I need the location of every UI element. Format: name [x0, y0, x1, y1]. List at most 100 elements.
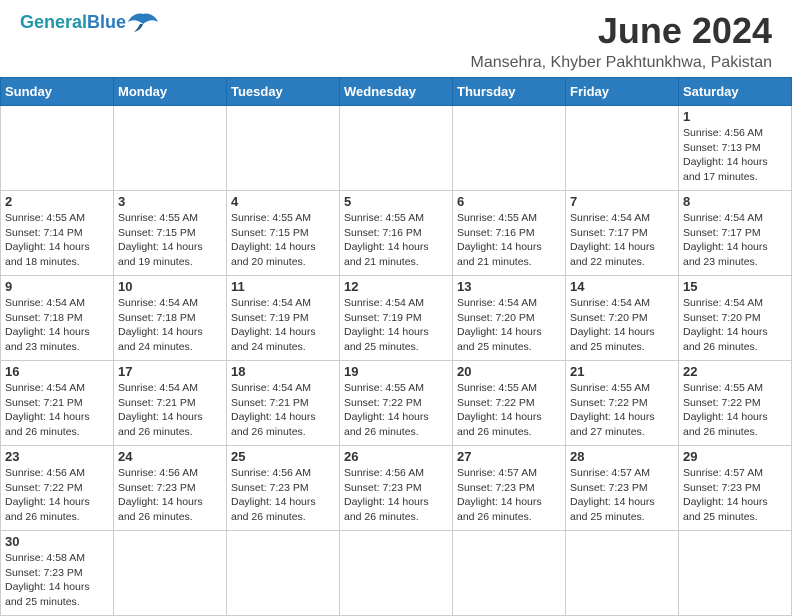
week-row-5: 23Sunrise: 4:56 AM Sunset: 7:22 PM Dayli…: [1, 446, 792, 531]
day-number: 1: [683, 109, 787, 124]
weekday-header-saturday: Saturday: [679, 78, 792, 106]
calendar-cell: 26 Sunrise: 4:56 AM Sunset: 7:23 PM Dayli…: [340, 446, 453, 531]
calendar-cell: 30 Sunrise: 4:58 AM Sunset: 7:23 PM Dayli…: [1, 531, 114, 616]
calendar-cell: 11 Sunrise: 4:54 AM Sunset: 7:19 PM Dayli…: [227, 276, 340, 361]
calendar-cell: 20 Sunrise: 4:55 AM Sunset: 7:22 PM Dayli…: [453, 361, 566, 446]
day-info: Sunrise: 4:55 AM Sunset: 7:16 PM Dayligh…: [457, 211, 561, 270]
day-info: Sunrise: 4:57 AM Sunset: 7:23 PM Dayligh…: [457, 466, 561, 525]
week-row-1: 1Sunrise: 4:56 AM Sunset: 7:13 PM Daylig…: [1, 106, 792, 191]
calendar-cell: 6 Sunrise: 4:55 AM Sunset: 7:16 PM Daylig…: [453, 191, 566, 276]
day-number: 12: [344, 279, 448, 294]
day-info: Sunrise: 4:54 AM Sunset: 7:17 PM Dayligh…: [683, 211, 787, 270]
calendar-cell: [1, 106, 114, 191]
calendar-cell: 4Sunrise: 4:55 AM Sunset: 7:15 PM Daylig…: [227, 191, 340, 276]
page-header: GeneralBlue June 2024 Mansehra, Khyber P…: [0, 0, 792, 77]
day-number: 14: [570, 279, 674, 294]
day-info: Sunrise: 4:55 AM Sunset: 7:22 PM Dayligh…: [344, 381, 448, 440]
day-info: Sunrise: 4:54 AM Sunset: 7:18 PM Dayligh…: [118, 296, 222, 355]
day-number: 2: [5, 194, 109, 209]
day-info: Sunrise: 4:55 AM Sunset: 7:22 PM Dayligh…: [683, 381, 787, 440]
day-number: 16: [5, 364, 109, 379]
logo-blue: Blue: [87, 12, 126, 32]
week-row-2: 2 Sunrise: 4:55 AM Sunset: 7:14 PM Daylig…: [1, 191, 792, 276]
day-info: Sunrise: 4:54 AM Sunset: 7:19 PM Dayligh…: [344, 296, 448, 355]
day-number: 5: [344, 194, 448, 209]
day-number: 11: [231, 279, 335, 294]
weekday-header-friday: Friday: [566, 78, 679, 106]
calendar-cell: [227, 106, 340, 191]
calendar-cell: 1Sunrise: 4:56 AM Sunset: 7:13 PM Daylig…: [679, 106, 792, 191]
day-info: Sunrise: 4:55 AM Sunset: 7:22 PM Dayligh…: [457, 381, 561, 440]
calendar-cell: 12 Sunrise: 4:54 AM Sunset: 7:19 PM Dayli…: [340, 276, 453, 361]
calendar-cell: 9 Sunrise: 4:54 AM Sunset: 7:18 PM Daylig…: [1, 276, 114, 361]
calendar-cell: 19 Sunrise: 4:55 AM Sunset: 7:22 PM Dayli…: [340, 361, 453, 446]
day-info: Sunrise: 4:54 AM Sunset: 7:21 PM Dayligh…: [118, 381, 222, 440]
calendar-cell: 15 Sunrise: 4:54 AM Sunset: 7:20 PM Dayli…: [679, 276, 792, 361]
calendar-cell: 16 Sunrise: 4:54 AM Sunset: 7:21 PM Dayli…: [1, 361, 114, 446]
calendar-cell: 13Sunrise: 4:54 AM Sunset: 7:20 PM Dayli…: [453, 276, 566, 361]
weekday-header-tuesday: Tuesday: [227, 78, 340, 106]
weekday-header-row: SundayMondayTuesdayWednesdayThursdayFrid…: [1, 78, 792, 106]
title-section: June 2024 Mansehra, Khyber Pakhtunkhwa, …: [471, 10, 773, 72]
day-number: 9: [5, 279, 109, 294]
location-subtitle: Mansehra, Khyber Pakhtunkhwa, Pakistan: [471, 54, 773, 72]
day-info: Sunrise: 4:54 AM Sunset: 7:17 PM Dayligh…: [570, 211, 674, 270]
day-number: 28: [570, 449, 674, 464]
week-row-6: 30 Sunrise: 4:58 AM Sunset: 7:23 PM Dayli…: [1, 531, 792, 616]
day-info: Sunrise: 4:54 AM Sunset: 7:20 PM Dayligh…: [683, 296, 787, 355]
calendar-cell: 25Sunrise: 4:56 AM Sunset: 7:23 PM Dayli…: [227, 446, 340, 531]
day-number: 7: [570, 194, 674, 209]
day-number: 24: [118, 449, 222, 464]
day-info: Sunrise: 4:55 AM Sunset: 7:14 PM Dayligh…: [5, 211, 109, 270]
day-number: 17: [118, 364, 222, 379]
calendar-cell: [114, 106, 227, 191]
day-number: 25: [231, 449, 335, 464]
week-row-4: 16 Sunrise: 4:54 AM Sunset: 7:21 PM Dayli…: [1, 361, 792, 446]
calendar-cell: 3 Sunrise: 4:55 AM Sunset: 7:15 PM Daylig…: [114, 191, 227, 276]
day-number: 26: [344, 449, 448, 464]
calendar-cell: [679, 531, 792, 616]
day-info: Sunrise: 4:54 AM Sunset: 7:21 PM Dayligh…: [231, 381, 335, 440]
calendar-cell: [566, 106, 679, 191]
day-info: Sunrise: 4:56 AM Sunset: 7:23 PM Dayligh…: [118, 466, 222, 525]
weekday-header-wednesday: Wednesday: [340, 78, 453, 106]
day-number: 29: [683, 449, 787, 464]
weekday-header-sunday: Sunday: [1, 78, 114, 106]
day-number: 8: [683, 194, 787, 209]
day-info: Sunrise: 4:58 AM Sunset: 7:23 PM Dayligh…: [5, 551, 109, 610]
day-info: Sunrise: 4:54 AM Sunset: 7:19 PM Dayligh…: [231, 296, 335, 355]
day-number: 20: [457, 364, 561, 379]
day-info: Sunrise: 4:54 AM Sunset: 7:21 PM Dayligh…: [5, 381, 109, 440]
month-year-title: June 2024: [471, 10, 773, 52]
day-number: 15: [683, 279, 787, 294]
day-info: Sunrise: 4:55 AM Sunset: 7:15 PM Dayligh…: [118, 211, 222, 270]
calendar-cell: [114, 531, 227, 616]
calendar-cell: 28 Sunrise: 4:57 AM Sunset: 7:23 PM Dayli…: [566, 446, 679, 531]
day-number: 19: [344, 364, 448, 379]
day-number: 27: [457, 449, 561, 464]
calendar-cell: 27 Sunrise: 4:57 AM Sunset: 7:23 PM Dayli…: [453, 446, 566, 531]
day-info: Sunrise: 4:56 AM Sunset: 7:23 PM Dayligh…: [344, 466, 448, 525]
calendar-table: SundayMondayTuesdayWednesdayThursdayFrid…: [0, 77, 792, 616]
week-row-3: 9 Sunrise: 4:54 AM Sunset: 7:18 PM Daylig…: [1, 276, 792, 361]
day-number: 4: [231, 194, 335, 209]
day-info: Sunrise: 4:57 AM Sunset: 7:23 PM Dayligh…: [683, 466, 787, 525]
day-number: 30: [5, 534, 109, 549]
calendar-cell: [340, 531, 453, 616]
calendar-cell: 5Sunrise: 4:55 AM Sunset: 7:16 PM Daylig…: [340, 191, 453, 276]
calendar-cell: 22Sunrise: 4:55 AM Sunset: 7:22 PM Dayli…: [679, 361, 792, 446]
day-info: Sunrise: 4:54 AM Sunset: 7:20 PM Dayligh…: [570, 296, 674, 355]
day-number: 3: [118, 194, 222, 209]
calendar-cell: 23Sunrise: 4:56 AM Sunset: 7:22 PM Dayli…: [1, 446, 114, 531]
day-info: Sunrise: 4:54 AM Sunset: 7:18 PM Dayligh…: [5, 296, 109, 355]
calendar-cell: 18Sunrise: 4:54 AM Sunset: 7:21 PM Dayli…: [227, 361, 340, 446]
calendar-body: 1Sunrise: 4:56 AM Sunset: 7:13 PM Daylig…: [1, 106, 792, 616]
calendar-cell: 7 Sunrise: 4:54 AM Sunset: 7:17 PM Daylig…: [566, 191, 679, 276]
weekday-header-monday: Monday: [114, 78, 227, 106]
calendar-cell: 14 Sunrise: 4:54 AM Sunset: 7:20 PM Dayli…: [566, 276, 679, 361]
calendar-cell: 21Sunrise: 4:55 AM Sunset: 7:22 PM Dayli…: [566, 361, 679, 446]
logo-general: General: [20, 12, 87, 32]
day-number: 6: [457, 194, 561, 209]
calendar-cell: [453, 106, 566, 191]
day-info: Sunrise: 4:57 AM Sunset: 7:23 PM Dayligh…: [570, 466, 674, 525]
